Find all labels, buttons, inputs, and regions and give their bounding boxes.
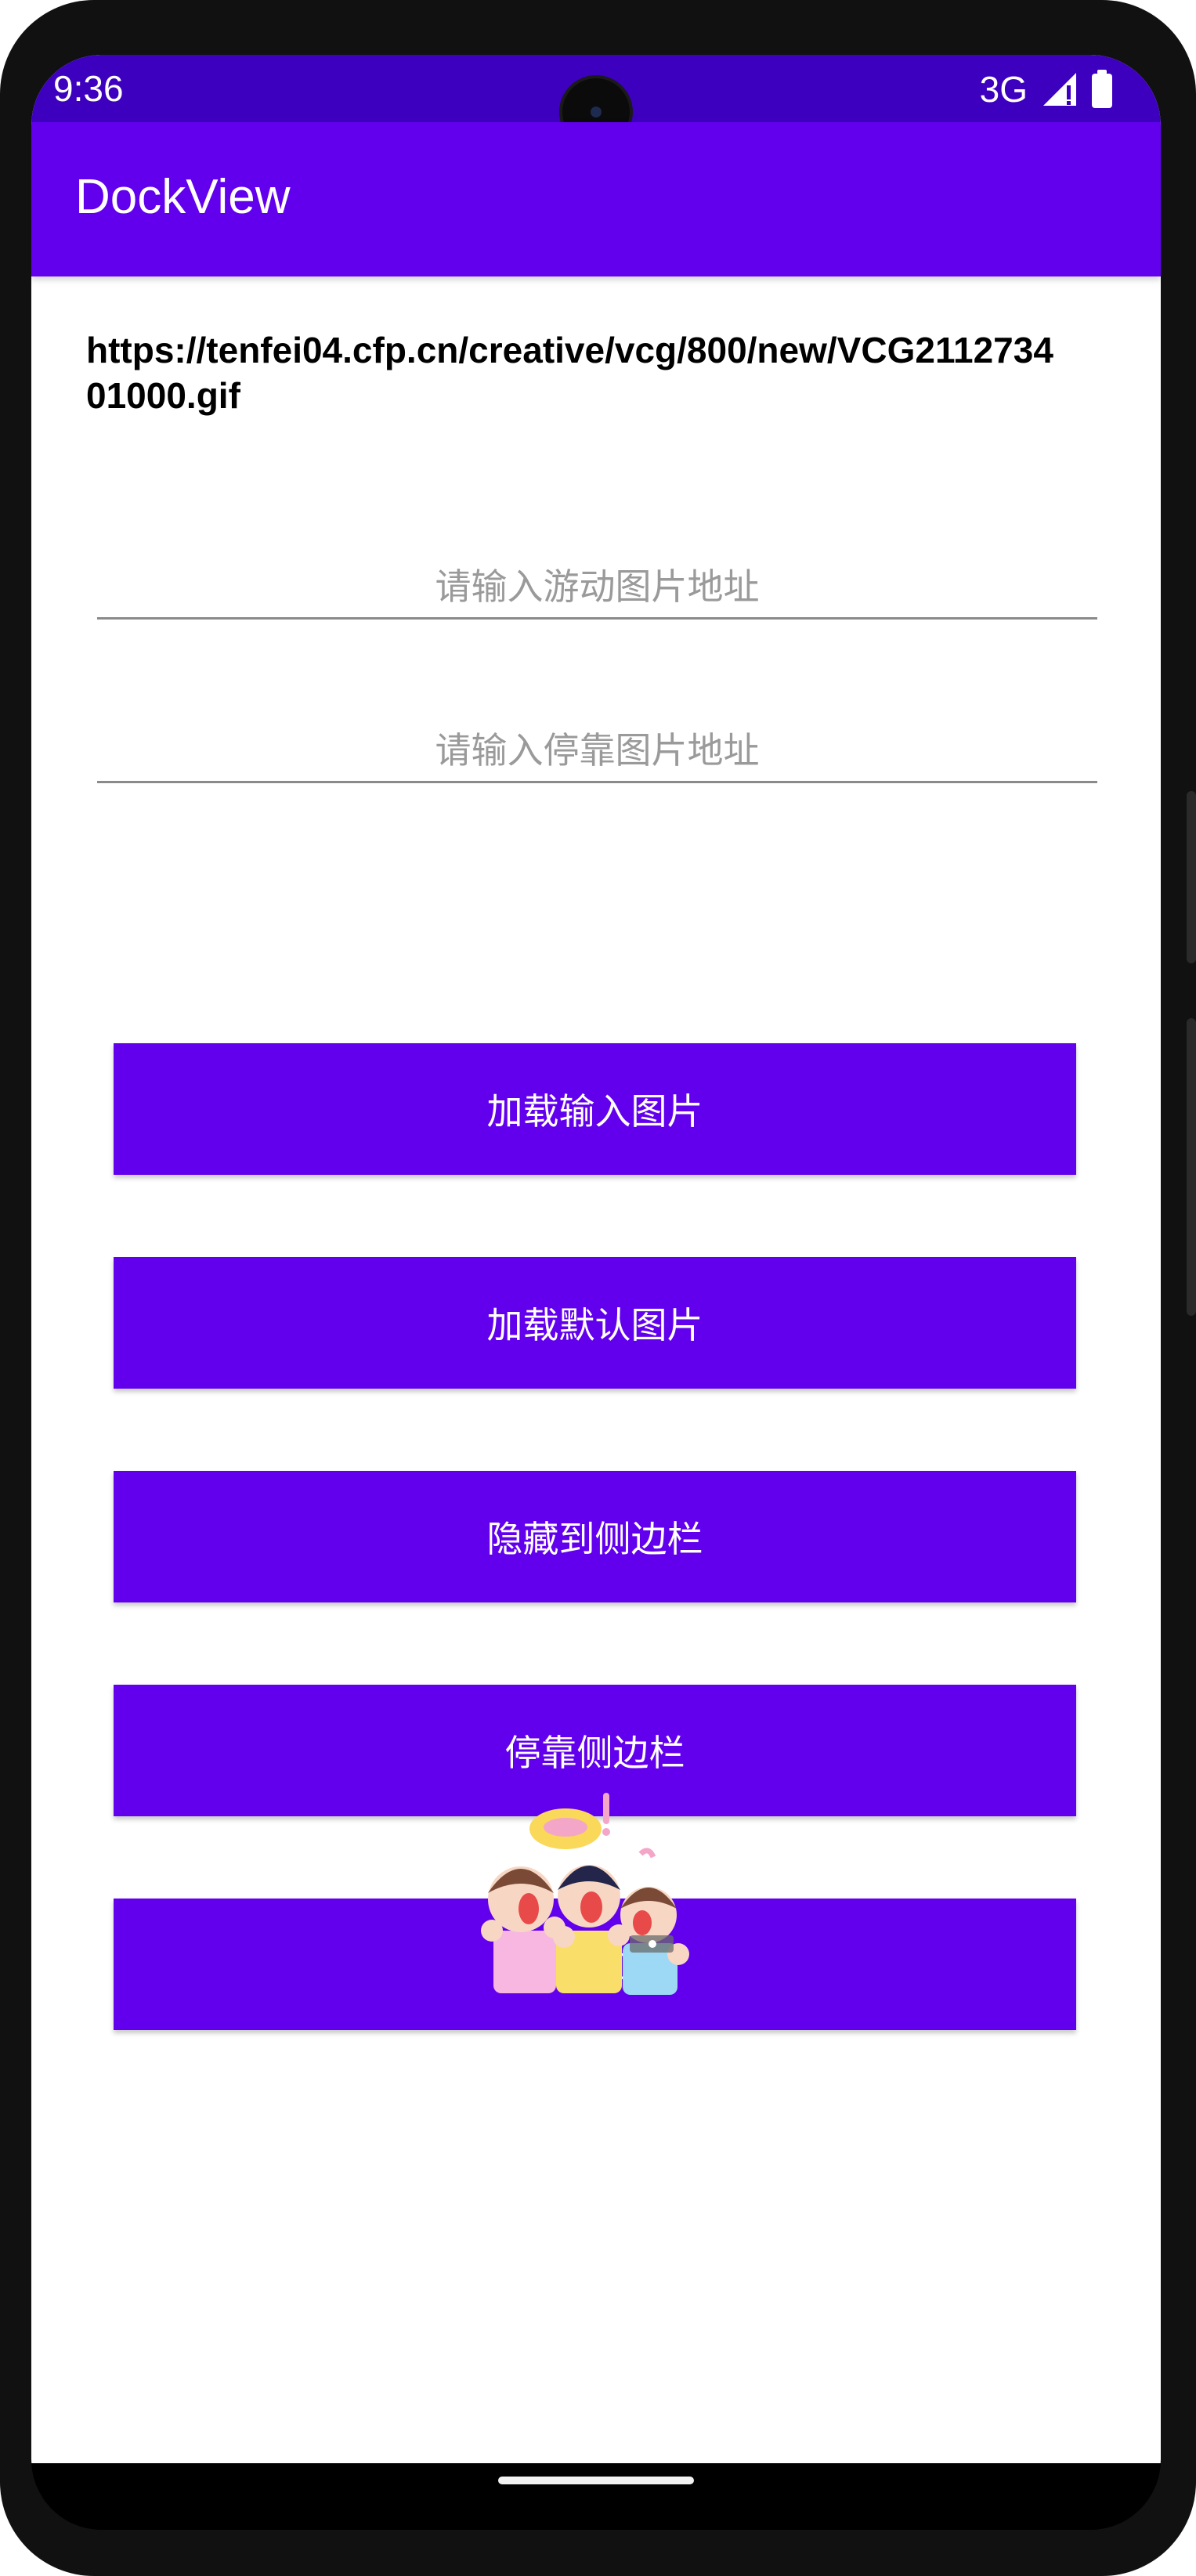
status-time: 9:36 — [53, 68, 124, 109]
load-input-image-button[interactable]: 加载输入图片 — [114, 1043, 1076, 1175]
navigation-bar — [31, 2463, 1161, 2530]
dock-image-url-input[interactable] — [97, 720, 1097, 783]
power-button — [1187, 791, 1196, 963]
network-type: 3G — [979, 69, 1028, 110]
volume-button — [1187, 1018, 1196, 1316]
phone-bezel: 9:36 3G DockView https://tenfei04.cfp.cn… — [31, 55, 1161, 2530]
app-bar: DockView — [31, 122, 1161, 276]
phone-frame: 9:36 3G DockView https://tenfei04.cfp.cn… — [0, 0, 1196, 2576]
floating-image-url-input[interactable] — [97, 556, 1097, 620]
home-indicator[interactable] — [498, 2477, 694, 2484]
app-title: DockView — [75, 170, 291, 224]
status-icons: 3G — [980, 66, 1114, 113]
battery-icon — [1092, 70, 1112, 108]
load-default-image-button[interactable]: 加载默认图片 — [114, 1257, 1076, 1389]
floating-dock-image[interactable] — [431, 1790, 713, 2001]
current-image-url: https://tenfei04.cfp.cn/creative/vcg/800… — [86, 330, 1053, 416]
app-screen: 9:36 3G DockView https://tenfei04.cfp.cn… — [31, 55, 1161, 2463]
hide-to-sidebar-button[interactable]: 隐藏到侧边栏 — [114, 1471, 1076, 1602]
signal-icon — [1043, 73, 1076, 106]
